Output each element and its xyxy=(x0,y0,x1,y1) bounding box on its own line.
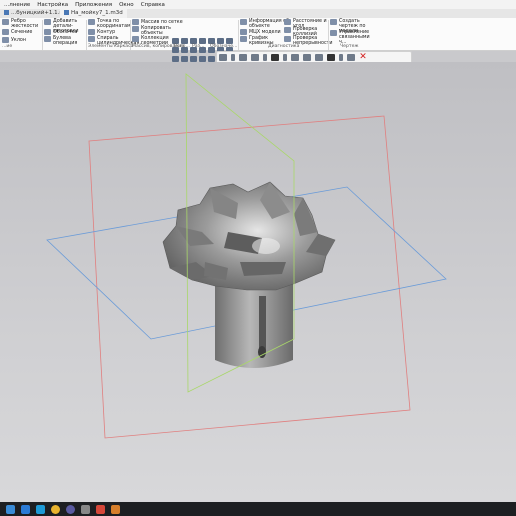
dropdown-icon[interactable] xyxy=(283,54,287,61)
dropdown-icon[interactable] xyxy=(231,54,235,61)
media-icon[interactable] xyxy=(81,504,90,514)
group-label-diagnostics: Диагностика xyxy=(268,44,300,49)
part-highlight xyxy=(252,238,280,254)
menu-settings[interactable]: Настройка xyxy=(37,2,68,8)
manage-linked-drawings-button[interactable]: Управление связанными ч... xyxy=(330,30,374,45)
close-icon[interactable]: ✕ xyxy=(359,53,367,62)
curvature-icon xyxy=(240,36,247,42)
mass-properties-icon xyxy=(240,29,247,35)
shading-icon[interactable] xyxy=(291,54,299,61)
edge-icon[interactable] xyxy=(36,504,45,514)
collision-icon xyxy=(284,27,291,33)
group-label-wireframe: Элементы каркаса xyxy=(88,44,134,49)
group-separator xyxy=(238,20,239,50)
search-icon[interactable] xyxy=(21,504,30,514)
filter-icon[interactable] xyxy=(327,54,335,61)
group-separator xyxy=(328,20,329,50)
tab-document-2[interactable]: На_мойку7_1.m3d xyxy=(60,9,127,18)
ribbon: Ребро жесткости Сечение Уклон Добавить д… xyxy=(0,18,516,62)
dropdown-icon[interactable] xyxy=(339,54,343,61)
group-label-split: Раз... xyxy=(192,44,205,49)
zoom-icon[interactable] xyxy=(219,54,227,61)
part-shaft[interactable] xyxy=(215,283,293,368)
part-slot xyxy=(259,296,266,351)
section-icon xyxy=(2,29,9,35)
section-button[interactable]: Сечение xyxy=(2,29,32,35)
point-icon xyxy=(88,19,95,25)
draft-button[interactable]: Уклон xyxy=(2,37,26,43)
taskbar xyxy=(0,502,516,516)
group-separator xyxy=(42,20,43,50)
info-icon xyxy=(240,19,247,25)
continuity-icon xyxy=(284,36,291,42)
kompas-icon[interactable] xyxy=(96,504,105,514)
group-separator xyxy=(86,20,87,50)
copy-objects-button[interactable]: Копировать объекты xyxy=(132,26,184,36)
shell-button[interactable]: Оболочка xyxy=(44,29,77,35)
measure-icon xyxy=(284,19,291,25)
contour-icon xyxy=(88,29,95,35)
document-icon xyxy=(4,10,9,15)
drawing-icon xyxy=(330,19,337,25)
chrome-icon[interactable] xyxy=(51,504,60,514)
pattern-icon xyxy=(132,19,139,25)
rib-icon xyxy=(2,19,9,25)
grid-pattern-button[interactable]: Массив по сетке xyxy=(132,19,183,25)
add-part-icon xyxy=(44,19,51,25)
model-viewport[interactable] xyxy=(0,62,516,502)
menu-bar: ...лнение Настройка Приложения Окно Спра… xyxy=(0,0,516,9)
menu-window[interactable]: Окно xyxy=(119,2,134,8)
group-label-drawing: Чертеж xyxy=(340,44,359,49)
zoom-to-fit-icon[interactable] xyxy=(239,54,247,61)
copy-icon xyxy=(132,26,139,32)
grid-icon[interactable] xyxy=(315,54,323,61)
document-tabs: ...буницкий+1.1.m3d На_мойку7_1.m3d xyxy=(0,9,516,18)
display-style-icon[interactable] xyxy=(271,54,279,61)
menu-applications[interactable]: Приложения xyxy=(75,2,112,8)
model-scene xyxy=(46,73,447,439)
group-label-auxiliary: Вспо... xyxy=(174,44,190,49)
group-label-annotations: Обозначе... xyxy=(210,44,238,49)
menu-edit[interactable]: ...лнение xyxy=(4,2,30,8)
boolean-icon xyxy=(44,36,51,42)
section-view-icon[interactable] xyxy=(303,54,311,61)
shell-icon xyxy=(44,29,51,35)
document-icon xyxy=(64,10,69,15)
part-flute xyxy=(240,262,286,276)
menu-help[interactable]: Справка xyxy=(141,2,165,8)
contour-button[interactable]: Контур xyxy=(88,29,115,35)
pin-icon[interactable] xyxy=(347,54,355,61)
helix-icon xyxy=(88,36,95,42)
dropdown-icon[interactable] xyxy=(263,54,267,61)
draft-icon xyxy=(2,37,9,43)
linked-drawings-icon xyxy=(330,30,337,36)
orientation-icon[interactable] xyxy=(251,54,259,61)
app-icon[interactable] xyxy=(66,504,75,514)
mass-properties-button[interactable]: МЦХ модели xyxy=(240,29,281,35)
group-label: ...ие xyxy=(2,44,13,49)
shield-icon[interactable] xyxy=(111,504,120,514)
collection-icon xyxy=(132,36,139,42)
windows-icon[interactable] xyxy=(6,504,15,514)
